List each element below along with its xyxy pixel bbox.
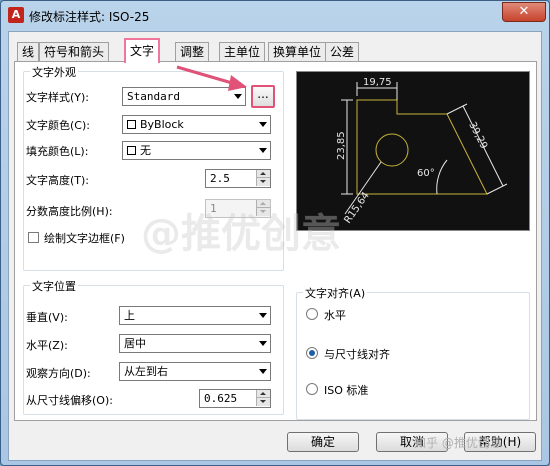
- offset-label: 从尺寸线偏移(O):: [26, 394, 113, 407]
- align-dimline-label[interactable]: 与尺寸线对齐: [324, 346, 390, 362]
- text-placement-title: 文字位置: [30, 278, 78, 294]
- vertical-dropdown[interactable]: 上: [119, 306, 271, 325]
- chevron-down-icon: [259, 148, 267, 153]
- horizontal-label: 水平(Z):: [26, 339, 68, 352]
- view-direction-label: 观察方向(D):: [26, 367, 91, 380]
- chevron-down-icon: [234, 94, 242, 99]
- close-button[interactable]: ✕: [502, 2, 546, 22]
- align-horizontal-label[interactable]: 水平: [324, 307, 346, 323]
- watermark: @推优创意: [141, 211, 341, 257]
- align-iso-radio[interactable]: [306, 383, 318, 395]
- dialog-window: A 修改标注样式: ISO-25 ✕ 线 符号和箭头 文字 调整 主单位 换算单…: [0, 0, 550, 466]
- tab-lines[interactable]: 线: [17, 42, 40, 62]
- vertical-label: 垂直(V):: [26, 311, 68, 324]
- draw-frame-checkbox[interactable]: [28, 232, 39, 243]
- text-style-browse-button[interactable]: ...: [251, 85, 275, 108]
- offset-value: 0.625: [204, 392, 238, 405]
- text-color-dropdown[interactable]: ByBlock: [122, 115, 271, 134]
- tab-symbols-arrows[interactable]: 符号和箭头: [39, 42, 110, 62]
- fill-color-label: 填充颜色(L):: [26, 145, 89, 158]
- dim-top-text: 19,75: [363, 77, 392, 88]
- chevron-down-icon: [259, 313, 267, 318]
- watermark-small: 知乎 @推优创意: [414, 436, 502, 450]
- chevron-down-icon: [259, 341, 267, 346]
- chevron-down-icon: [259, 369, 267, 374]
- text-style-label: 文字样式(Y):: [26, 91, 90, 104]
- text-color-label: 文字颜色(C):: [26, 119, 90, 132]
- text-color-value: ByBlock: [140, 118, 184, 131]
- text-height-label: 文字高度(T):: [26, 174, 90, 187]
- dim-right-text: 39,29: [466, 120, 489, 151]
- fill-color-value: 无: [140, 144, 151, 157]
- spin-down-icon[interactable]: [256, 178, 270, 186]
- color-swatch-icon: [127, 120, 136, 129]
- align-horizontal-radio[interactable]: [306, 308, 318, 320]
- spin-up-icon[interactable]: [256, 390, 270, 398]
- text-height-spinner[interactable]: 2.5: [205, 169, 271, 188]
- offset-spinner[interactable]: 0.625: [199, 389, 271, 408]
- dim-left-text: 23,85: [336, 131, 347, 160]
- text-appearance-title: 文字外观: [30, 64, 78, 80]
- spin-down-icon[interactable]: [256, 398, 270, 406]
- vertical-value: 上: [124, 309, 135, 322]
- fraction-height-label: 分数高度比例(H):: [26, 205, 113, 218]
- title-bar[interactable]: A 修改标注样式: ISO-25 ✕: [1, 1, 549, 29]
- horizontal-value: 居中: [124, 337, 146, 350]
- ok-button[interactable]: 确定: [287, 432, 359, 452]
- highlight-arrow-icon: [176, 65, 247, 91]
- text-height-value: 2.5: [210, 172, 230, 185]
- fill-color-dropdown[interactable]: 无: [122, 141, 271, 160]
- align-dimline-radio[interactable]: [306, 347, 318, 359]
- tab-text[interactable]: 文字: [124, 38, 161, 63]
- align-iso-label[interactable]: ISO 标准: [324, 382, 368, 398]
- view-direction-value: 从左到右: [124, 365, 168, 378]
- chevron-down-icon: [259, 122, 267, 127]
- part-hole: [375, 133, 409, 167]
- view-direction-dropdown[interactable]: 从左到右: [119, 362, 271, 381]
- tab-primary-units[interactable]: 主单位: [219, 42, 266, 62]
- text-alignment-title: 文字对齐(A): [303, 285, 368, 301]
- tab-fit[interactable]: 调整: [175, 42, 210, 62]
- tab-tolerances[interactable]: 公差: [325, 42, 360, 62]
- draw-frame-label[interactable]: 绘制文字边框(F): [44, 230, 125, 246]
- color-swatch-icon: [127, 146, 136, 155]
- spin-up-icon[interactable]: [256, 170, 270, 178]
- dim-right-lines: [446, 103, 508, 195]
- autocad-app-icon: A: [8, 7, 24, 23]
- horizontal-dropdown[interactable]: 居中: [119, 334, 271, 353]
- dim-angle-arc: [436, 159, 448, 195]
- dim-angle-text: 60°: [417, 168, 435, 179]
- tab-alternate-units[interactable]: 换算单位: [268, 42, 327, 62]
- window-title: 修改标注样式: ISO-25: [29, 10, 150, 24]
